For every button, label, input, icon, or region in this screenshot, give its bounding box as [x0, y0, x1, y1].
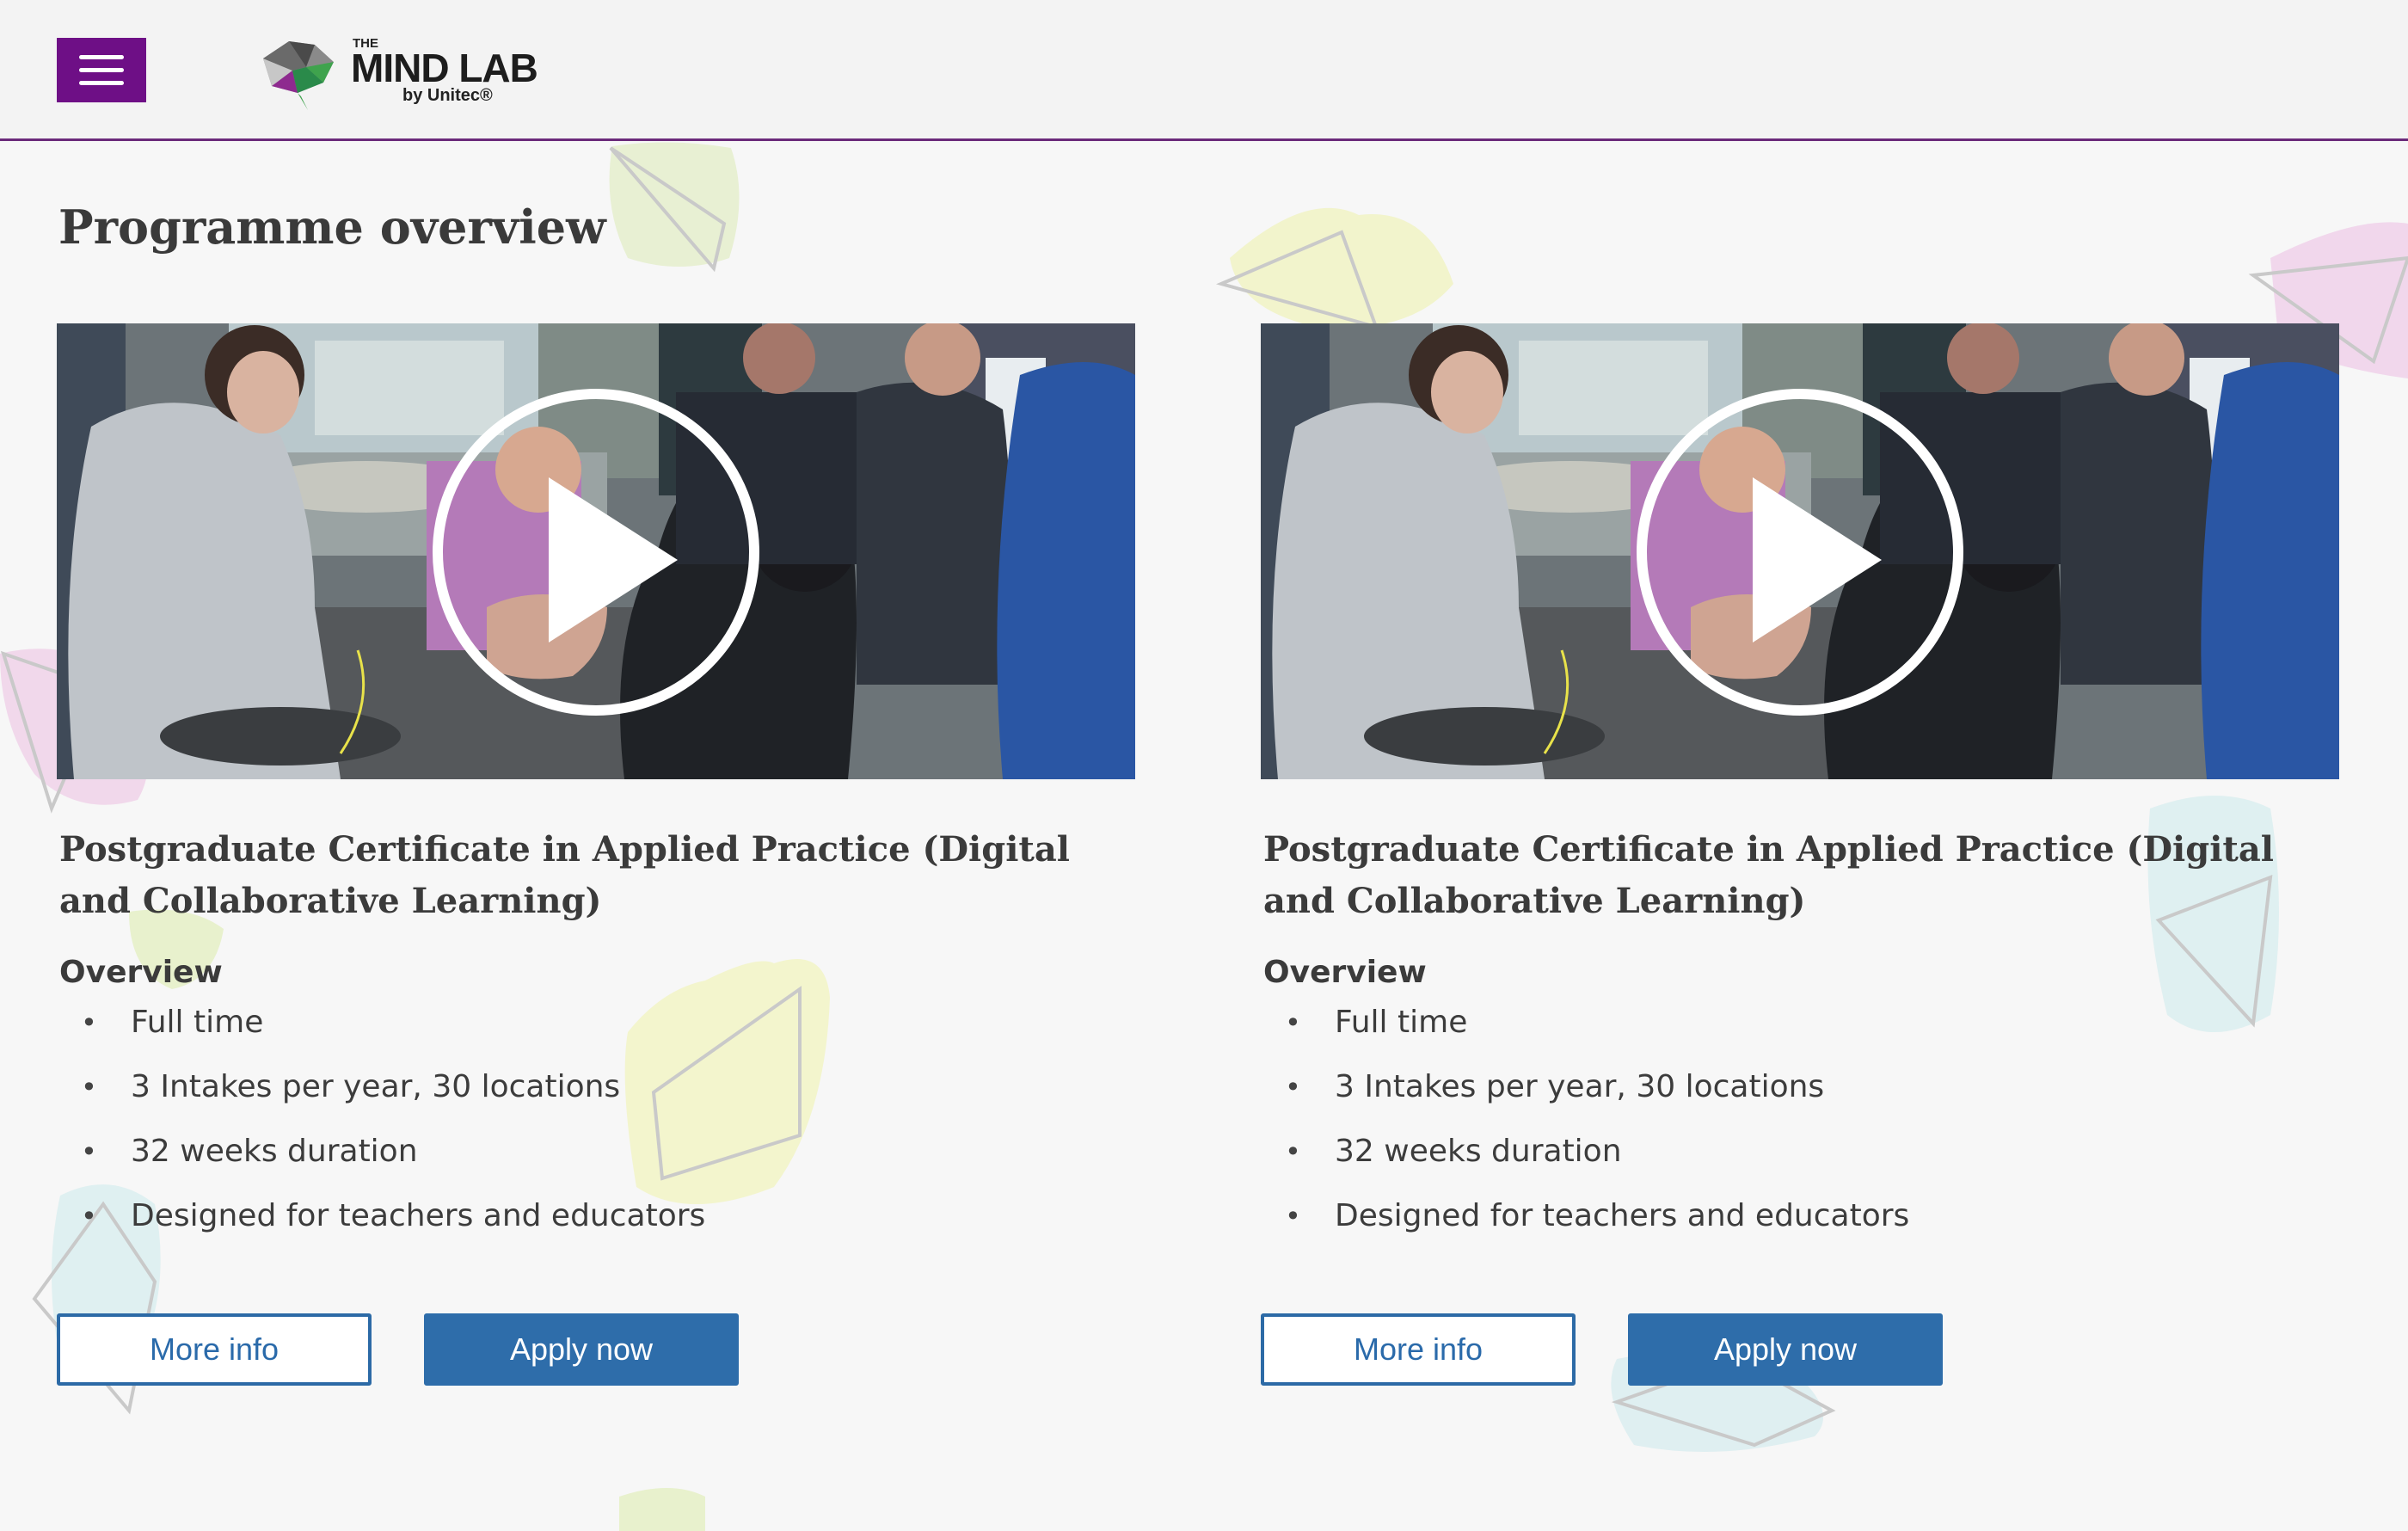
hamburger-icon-bar	[79, 68, 124, 72]
logo-main-text: MIND LAB	[351, 46, 538, 90]
play-icon	[1753, 477, 1882, 643]
hamburger-icon-bar	[79, 55, 124, 59]
site-header: THE MIND LAB by Unitec®	[0, 0, 2408, 141]
programme-title: Postgraduate Certificate in Applied Prac…	[59, 829, 1070, 921]
overview-heading: Overview	[59, 955, 223, 990]
list-item: Designed for teachers and educators	[57, 1199, 1135, 1264]
list-item: 32 weeks duration	[1261, 1134, 2339, 1199]
play-icon	[549, 477, 678, 643]
apply-now-button[interactable]: Apply now	[424, 1313, 739, 1386]
more-info-button[interactable]: More info	[57, 1313, 372, 1386]
brain-logo-icon	[263, 41, 334, 110]
feature-list: Full time 3 Intakes per year, 30 locatio…	[1261, 1005, 2339, 1264]
video-thumbnail[interactable]	[1261, 323, 2339, 779]
list-item: 3 Intakes per year, 30 locations	[57, 1070, 1135, 1134]
list-item: Full time	[1261, 1005, 2339, 1070]
programme-card: Postgraduate Certificate in Applied Prac…	[57, 323, 1135, 1387]
logo-sub-text: by Unitec®	[402, 86, 493, 105]
more-info-button[interactable]: More info	[1261, 1313, 1576, 1386]
page-title: Programme overview	[58, 200, 606, 255]
mind-lab-logo[interactable]: THE MIND LAB by Unitec®	[255, 33, 547, 115]
video-thumbnail[interactable]	[57, 323, 1135, 779]
list-item: Designed for teachers and educators	[1261, 1199, 2339, 1264]
apply-now-button[interactable]: Apply now	[1628, 1313, 1943, 1386]
list-item: 3 Intakes per year, 30 locations	[1261, 1070, 2339, 1134]
list-item: 32 weeks duration	[57, 1134, 1135, 1199]
hamburger-icon-bar	[79, 81, 124, 85]
programme-card: Postgraduate Certificate in Applied Prac…	[1261, 323, 2339, 1387]
programme-title: Postgraduate Certificate in Applied Prac…	[1263, 829, 2274, 921]
card-actions: More info Apply now	[57, 1313, 1135, 1387]
feature-list: Full time 3 Intakes per year, 30 locatio…	[57, 1005, 1135, 1264]
card-actions: More info Apply now	[1261, 1313, 2339, 1387]
overview-heading: Overview	[1263, 955, 1427, 990]
list-item: Full time	[57, 1005, 1135, 1070]
hamburger-menu-button[interactable]	[57, 38, 146, 102]
